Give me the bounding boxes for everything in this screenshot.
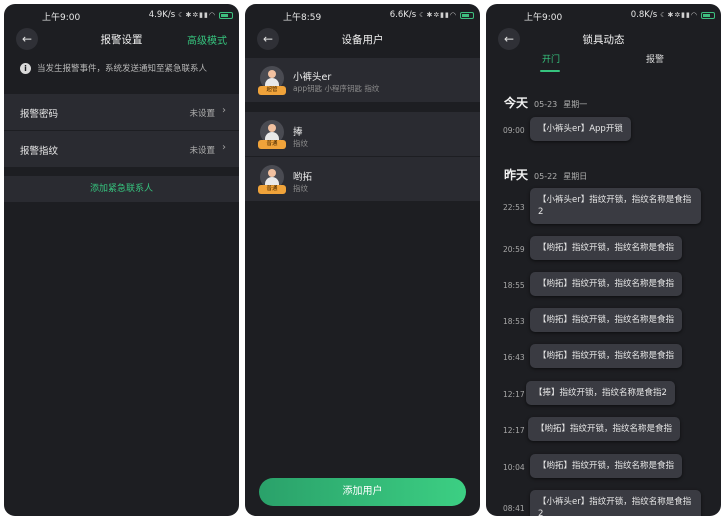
active-tab-indicator: [540, 70, 560, 72]
day-weekday: 星期一: [563, 100, 588, 109]
tab-open-door[interactable]: 开门: [542, 52, 560, 65]
event-item[interactable]: 【哟拓】指纹开锁，指纹名称是食指: [530, 272, 683, 296]
status-time: 上午9:00: [42, 13, 81, 23]
page-title: 锁具动态: [582, 34, 625, 46]
chevron-right-icon: ›: [222, 142, 226, 153]
event-time: 22:53: [503, 203, 525, 212]
role-badge: 普通: [258, 185, 286, 194]
row-value: 未设置: [189, 109, 215, 119]
event-time: 12:17: [503, 390, 525, 399]
network-speed: 6.6K/s: [389, 10, 417, 20]
day-weekday: 星期日: [563, 172, 588, 181]
signal-icons: ☾✱✲▮▮◠: [178, 11, 216, 19]
activity-tabs: 开门 报警: [486, 52, 721, 74]
status-bar: 上午8:59 6.6K/s ☾✱✲▮▮◠: [245, 4, 480, 24]
user-keys: app钥匙 小程序钥匙 指纹: [293, 84, 380, 93]
day-label: 昨天: [504, 168, 529, 182]
event-time: 20:59: [503, 245, 525, 254]
event-item[interactable]: 【哟拓】指纹开锁，指纹名称是食指: [530, 344, 683, 368]
signal-icons: ☾✱✲▮▮◠: [419, 11, 457, 19]
info-icon: i: [20, 62, 31, 74]
status-time: 上午8:59: [283, 13, 322, 23]
day-label: 今天: [504, 96, 529, 110]
status-bar: 上午9:00 0.8K/s ☾✱✲▮▮◠: [486, 4, 721, 24]
event-time: 18:53: [503, 317, 525, 326]
event-item[interactable]: 【哟拓】指纹开锁，指纹名称是食指: [530, 454, 683, 478]
user-name: 捧: [293, 127, 303, 138]
page-title: 设备用户: [341, 34, 384, 46]
nav-bar: ← 设备用户: [245, 26, 480, 54]
event-time: 10:04: [503, 463, 525, 472]
battery-icon: [701, 11, 715, 19]
today-header: 今天 05-23 星期一: [504, 94, 587, 111]
chevron-right-icon: ›: [222, 105, 226, 116]
role-badge: 超管: [258, 86, 286, 95]
device-users-screen: 上午8:59 6.6K/s ☾✱✲▮▮◠ ← 设备用户 超管 小裤头er app…: [245, 4, 480, 516]
add-emergency-contact-button[interactable]: 添加紧急联系人: [4, 176, 239, 202]
add-user-button[interactable]: 添加用户: [259, 478, 466, 506]
signal-icons: ☾✱✲▮▮◠: [660, 11, 698, 19]
role-badge: 普通: [258, 140, 286, 149]
yesterday-header: 昨天 05-22 星期日: [504, 166, 587, 183]
event-item[interactable]: 【小裤头er】指纹开锁，指纹名称是食指2: [530, 188, 701, 224]
status-bar: 上午9:00 4.9K/s ☾✱✲▮▮◠: [4, 4, 239, 24]
user-name: 哟拓: [293, 172, 313, 183]
event-time: 09:00: [503, 126, 525, 135]
event-item[interactable]: 【哟拓】指纹开锁，指纹名称是食指: [530, 308, 683, 332]
nav-bar: ← 锁具动态: [486, 26, 721, 54]
notice-text: 当发生报警事件，系统发送通知至紧急联系人: [37, 64, 208, 74]
nav-bar: ← 报警设置 高级模式: [4, 26, 239, 54]
row-label: 报警指纹: [20, 146, 59, 157]
event-item[interactable]: 【哟拓】指纹开锁，指纹名称是食指: [530, 236, 683, 260]
event-time: 18:55: [503, 281, 525, 290]
network-speed: 0.8K/s: [630, 10, 658, 20]
day-date: 05-23: [534, 100, 558, 109]
user-keys: 指纹: [293, 139, 308, 148]
row-label: 报警密码: [20, 109, 59, 120]
network-speed: 4.9K/s: [148, 10, 176, 20]
advanced-mode-button[interactable]: 高级模式: [187, 32, 227, 47]
alarm-notice: i 当发生报警事件，系统发送通知至紧急联系人: [20, 62, 229, 74]
event-item[interactable]: 【小裤头er】App开锁: [530, 117, 631, 141]
battery-icon: [460, 11, 474, 19]
battery-icon: [219, 11, 233, 19]
alarm-password-row[interactable]: 报警密码 未设置 ›: [4, 94, 239, 130]
user-name: 小裤头er: [293, 72, 332, 83]
user-row[interactable]: 普通 捧 指纹: [245, 112, 480, 156]
user-keys: 指纹: [293, 184, 308, 193]
event-time: 08:41: [503, 504, 525, 513]
event-item[interactable]: 【哟拓】指纹开锁，指纹名称是食指: [528, 417, 681, 441]
user-row[interactable]: 超管 小裤头er app钥匙 小程序钥匙 指纹: [245, 58, 480, 102]
alarm-fingerprint-row[interactable]: 报警指纹 未设置 ›: [4, 131, 239, 167]
status-time: 上午9:00: [524, 13, 563, 23]
row-value: 未设置: [189, 146, 215, 156]
event-time: 12:17: [503, 426, 525, 435]
lock-activity-screen: 上午9:00 0.8K/s ☾✱✲▮▮◠ ← 锁具动态 开门 报警 今天 05-…: [486, 4, 721, 516]
tab-alarm[interactable]: 报警: [646, 52, 664, 65]
event-item[interactable]: 【小裤头er】指纹开锁，指纹名称是食指2: [530, 490, 701, 516]
day-date: 05-22: [534, 172, 558, 181]
alarm-settings-screen: 上午9:00 4.9K/s ☾✱✲▮▮◠ ← 报警设置 高级模式 i 当发生报警…: [4, 4, 239, 516]
event-time: 16:43: [503, 353, 525, 362]
event-item[interactable]: 【捧】指纹开锁，指纹名称是食指2: [526, 381, 675, 405]
user-row[interactable]: 普通 哟拓 指纹: [245, 157, 480, 201]
